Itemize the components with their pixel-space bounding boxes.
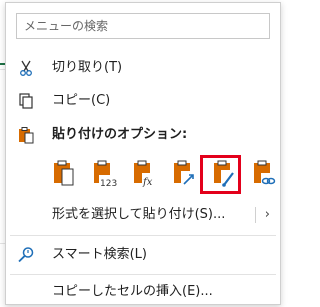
paste-transpose-icon[interactable]: [171, 158, 199, 190]
menu-item-cut-label: 切り取り(T): [52, 60, 123, 75]
menu-item-smart-lookup[interactable]: スマート検索(L): [6, 242, 280, 268]
menu-search-input[interactable]: メニューの検索: [16, 13, 270, 39]
paste-special-label: 形式を選択して貼り付け(S)...: [52, 207, 226, 222]
menu-item-paste-special[interactable]: 形式を選択して貼り付け(S)... ›: [6, 202, 280, 228]
clipboard-icon: [19, 127, 34, 144]
paste-values-icon[interactable]: 123: [91, 158, 119, 190]
paste-options-row: 123 fx: [51, 158, 276, 194]
menu-item-cut[interactable]: 切り取り(T): [6, 55, 280, 81]
submenu-divider: [255, 207, 256, 223]
paste-icon[interactable]: [51, 158, 79, 190]
paste-options-header: 貼り付けのオプション:: [6, 122, 280, 148]
insert-copied-label: コピーしたセルの挿入(E)...: [52, 284, 213, 299]
chevron-right-icon[interactable]: ›: [265, 202, 270, 228]
menu-separator: [10, 274, 276, 275]
menu-separator: [10, 235, 276, 236]
paste-options-label: 貼り付けのオプション:: [52, 127, 188, 142]
paste-formatting-highlight: [200, 155, 241, 194]
smart-lookup-label: スマート検索(L): [52, 247, 147, 262]
search-icon: [18, 247, 34, 263]
paste-link-icon[interactable]: [251, 158, 279, 190]
menu-item-copy-label: コピー(C): [52, 93, 111, 108]
scissors-icon: [20, 60, 32, 76]
svg-text:fx: fx: [142, 177, 153, 188]
menu-item-insert-copied-cells[interactable]: コピーしたセルの挿入(E)...: [6, 279, 280, 305]
paste-formulas-icon[interactable]: fx: [131, 158, 159, 190]
menu-item-copy[interactable]: コピー(C): [6, 88, 280, 114]
copy-icon: [19, 93, 33, 109]
svg-text:123: 123: [100, 179, 117, 189]
context-menu: メニューの検索 切り取り(T) コピー(C) 貼り付けのオプション: 123 f…: [5, 2, 281, 305]
